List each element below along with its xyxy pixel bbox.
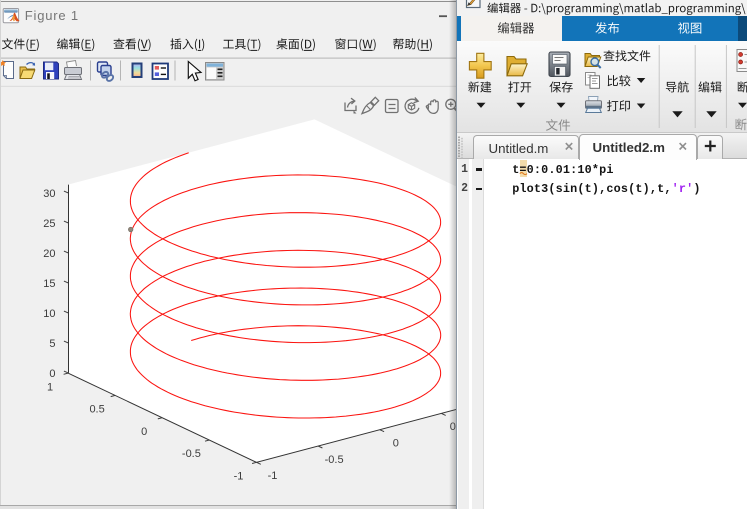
svg-text:5: 5 (49, 338, 55, 350)
svg-text:15: 15 (43, 278, 55, 290)
svg-text:-0.5: -0.5 (325, 454, 344, 466)
svg-text:0: 0 (141, 426, 147, 438)
svg-text:25: 25 (43, 218, 55, 230)
svg-text:-0.5: -0.5 (182, 448, 201, 460)
svg-text:1: 1 (47, 381, 53, 393)
svg-text:-1: -1 (268, 470, 278, 482)
svg-text:0: 0 (393, 438, 399, 450)
svg-text:-1: -1 (234, 471, 244, 483)
svg-text:30: 30 (43, 188, 55, 200)
svg-text:0.5: 0.5 (89, 404, 104, 416)
svg-text:10: 10 (43, 308, 55, 320)
svg-text:20: 20 (43, 248, 55, 260)
svg-text:0: 0 (49, 368, 55, 380)
